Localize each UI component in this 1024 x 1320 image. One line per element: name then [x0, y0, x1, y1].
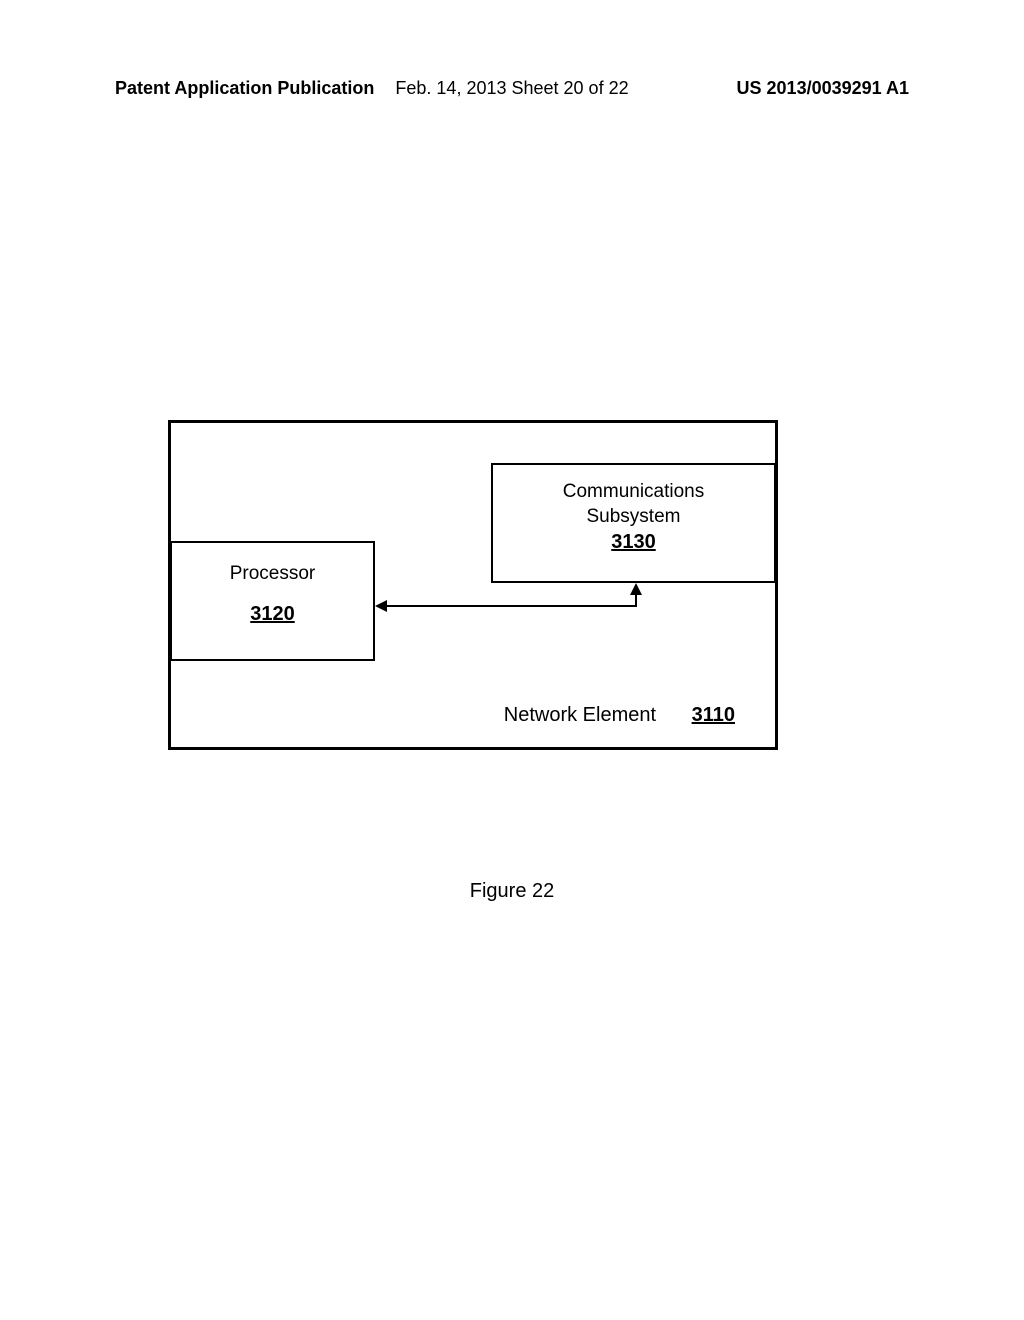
processor-label: Processor	[172, 563, 373, 585]
date-sheet-info: Feb. 14, 2013 Sheet 20 of 22	[395, 78, 628, 99]
processor-block: Processor 3120	[170, 541, 375, 661]
page-header: Patent Application Publication Feb. 14, …	[115, 78, 909, 99]
network-element-ref-number: 3110	[692, 704, 735, 726]
network-element-label: Network Element	[504, 704, 656, 726]
network-element-diagram: Processor 3120 Communications Subsystem …	[168, 420, 778, 750]
arrow-to-processor	[377, 605, 637, 607]
arrow-to-communications	[635, 585, 637, 607]
figure-caption: Figure 22	[470, 880, 555, 903]
patent-number: US 2013/0039291 A1	[737, 78, 909, 99]
communications-label-line1: Communications	[493, 480, 774, 505]
communications-ref-number: 3130	[493, 529, 774, 555]
communications-subsystem-block: Communications Subsystem 3130	[491, 463, 776, 583]
publication-type: Patent Application Publication	[115, 78, 374, 99]
communications-label-line2: Subsystem	[493, 505, 774, 530]
processor-ref-number: 3120	[172, 603, 373, 626]
network-element-label-area: Network Element 3110	[504, 704, 735, 727]
